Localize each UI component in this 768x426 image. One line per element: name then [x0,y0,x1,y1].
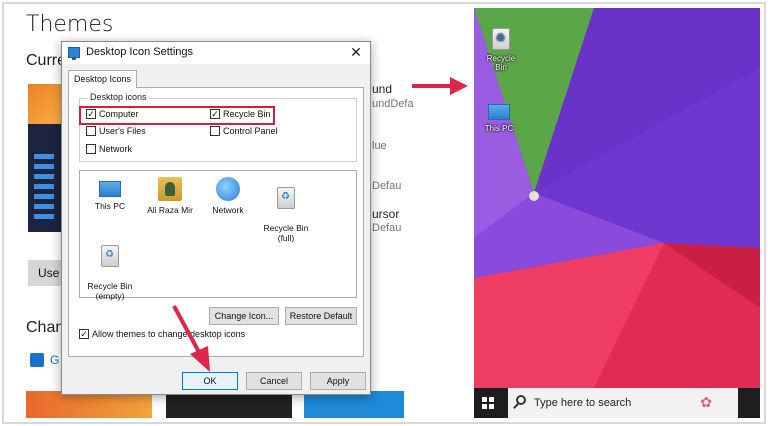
computer-icon [488,104,510,120]
checkbox-label: User's Files [99,126,146,136]
cancel-button[interactable]: Cancel [246,372,302,390]
desktop-icon-recycle-bin[interactable]: Recycle Bin [480,28,522,72]
setting-value: lue [372,140,387,152]
desktop-icon-this-pc[interactable]: This PC [478,100,520,133]
setting-value: Defau [372,222,402,234]
desktop-settings-icon [68,47,80,60]
theme-swatch[interactable] [304,391,404,418]
store-icon[interactable] [30,353,44,367]
user-folder-icon [158,177,182,201]
icon-list: This PC Ali Raza Mir Network Recycle Bin… [79,170,357,301]
network-checkbox[interactable]: Network [86,144,132,154]
checkbox-box[interactable] [86,144,96,154]
group-label: Desktop icons [88,92,149,102]
search-icon [516,395,526,405]
restore-default-button[interactable]: Restore Default [285,307,357,325]
checkbox-box[interactable] [79,329,89,339]
icon-item-recycle-bin-full[interactable]: Recycle Bin (full) [256,177,316,253]
search-placeholder: Type here to search [534,397,632,409]
page-title: Themes [26,12,114,37]
desktop-preview: Recycle Bin This PC Type here to search … [474,8,760,418]
checkbox-label: Control Panel [223,126,278,136]
close-icon[interactable]: ✕ [348,44,364,61]
setting-value: Defau [372,180,402,192]
arrow-down-icon [172,305,210,372]
apply-button[interactable]: Apply [310,372,366,390]
icon-item-user-files[interactable]: Ali Raza Mir [140,177,200,215]
checkbox-label: Network [99,144,133,154]
theme-swatch[interactable] [26,391,152,418]
change-icon-button[interactable]: Change Icon... [209,307,279,325]
icon-label: Recycle Bin (full) [263,223,309,243]
allow-themes-checkbox[interactable]: Allow themes to change desktop icons [79,329,245,339]
get-more-themes-link[interactable]: G [50,353,59,367]
icon-item-this-pc[interactable]: This PC [80,177,140,211]
control-panel-checkbox[interactable]: Control Panel [210,126,278,136]
icon-label: Ali Raza Mir [147,205,193,215]
dialog-titlebar[interactable]: Desktop Icon Settings ✕ [62,42,370,64]
theme-swatch[interactable] [166,391,292,418]
icon-item-network[interactable]: Network [198,177,258,215]
recycle-bin-full-icon [277,187,295,209]
highlight-box [79,106,275,125]
checkbox-box[interactable] [86,126,96,136]
icon-item-recycle-bin-empty[interactable]: Recycle Bin (empty) [80,235,140,311]
tab-desktop-icons[interactable]: Desktop Icons [68,70,138,88]
icon-label: This PC [94,201,126,211]
taskbar-search-box[interactable]: Type here to search ✿ [508,388,738,418]
setting-value: undDefa [372,98,414,110]
dialog-title: Desktop Icon Settings [86,46,194,58]
desktop-icon-label: This PC [484,124,514,133]
search-highlight-icon: ✿ [700,394,712,410]
arrow-right-icon [412,77,468,95]
computer-icon [99,181,121,197]
setting-label[interactable]: und [372,82,392,96]
change-theme-heading: Chan [26,319,65,336]
setting-label[interactable]: ursor [372,207,399,221]
desktop-icon-label: Recycle Bin [486,54,516,72]
windows-start-icon[interactable] [482,397,494,409]
recycle-bin-icon [492,28,510,50]
network-icon [216,177,240,201]
icon-label: Recycle Bin (empty) [87,281,133,301]
current-theme-heading: Curre [26,52,67,69]
ok-button[interactable]: OK [182,372,238,390]
recycle-bin-empty-icon [101,245,119,267]
checkbox-box[interactable] [210,126,220,136]
taskbar: Type here to search ✿ [474,388,760,418]
users-files-checkbox[interactable]: User's Files [86,126,146,136]
icon-label: Network [212,205,244,215]
